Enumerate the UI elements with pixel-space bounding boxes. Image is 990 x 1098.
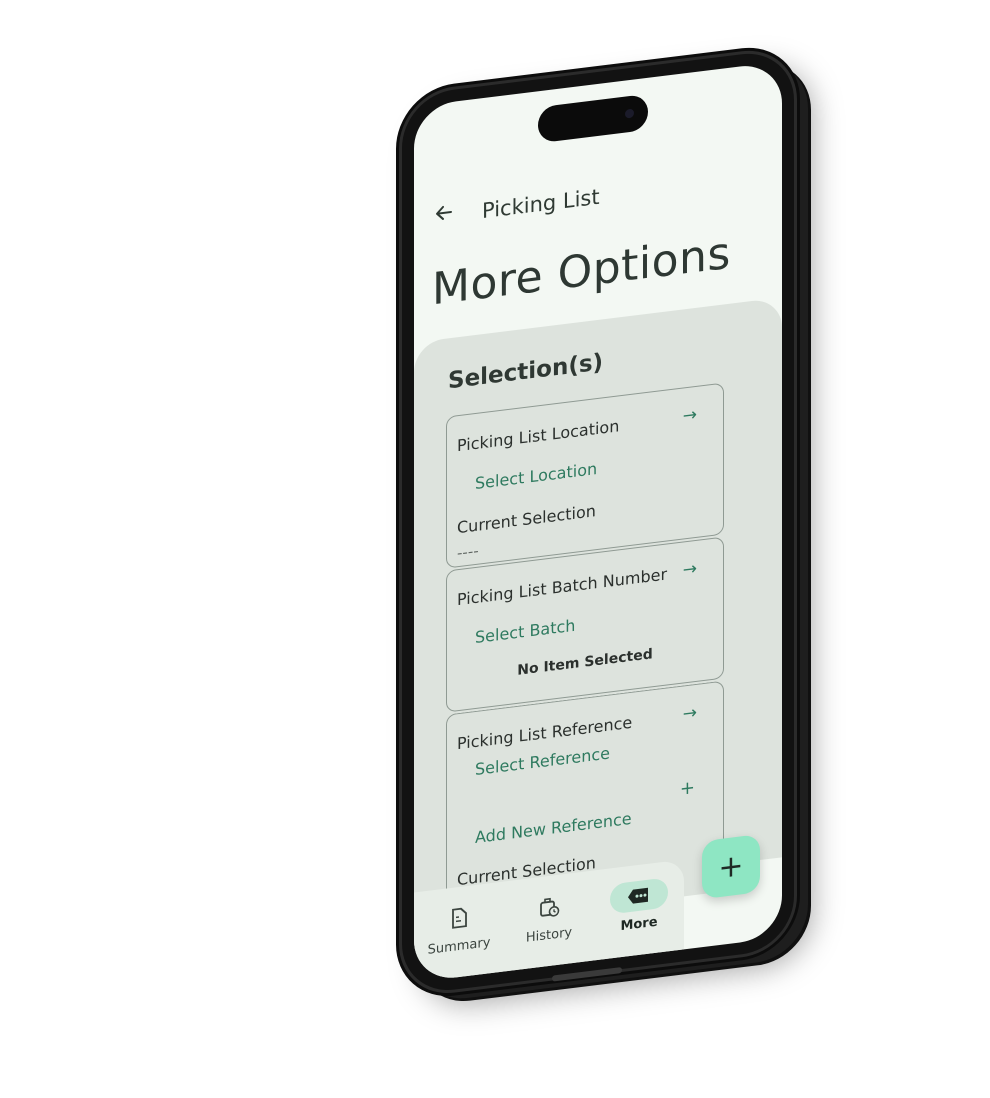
add-fab-button[interactable]: + [702, 834, 760, 900]
add-reference-link[interactable]: Add New Reference [475, 809, 632, 847]
nav-label: History [525, 925, 573, 946]
page-title: More Options [432, 227, 731, 316]
plus-icon: + [718, 847, 744, 886]
arrow-right-icon[interactable]: → [683, 559, 697, 581]
nav-item-history[interactable]: History [509, 887, 589, 948]
phone-mockup: Picking List More Options Selection(s) P… [0, 0, 990, 1098]
location-label: Picking List Location [457, 416, 620, 456]
more-tag-icon [610, 877, 668, 915]
top-bar: Picking List [434, 184, 600, 229]
camera-icon [625, 108, 634, 119]
select-reference-link[interactable]: Select Reference [475, 743, 610, 779]
plus-icon[interactable]: + [680, 777, 695, 800]
dynamic-island [538, 93, 648, 144]
clock-icon [520, 888, 578, 925]
nav-label: More [620, 914, 658, 935]
power-button [800, 329, 808, 449]
select-location-link[interactable]: Select Location [475, 459, 597, 493]
document-icon [430, 899, 488, 936]
arrow-left-icon[interactable] [434, 201, 456, 229]
arrow-right-icon[interactable]: → [683, 405, 697, 427]
section-title: Selection(s) [448, 349, 604, 395]
current-selection-value: ---- [457, 541, 479, 563]
arrow-right-icon[interactable]: → [683, 703, 697, 725]
nav-label: Summary [427, 935, 491, 958]
volume-button [798, 581, 806, 723]
nav-item-summary[interactable]: Summary [419, 898, 499, 959]
batch-label: Picking List Batch Number [457, 564, 668, 610]
app-bar-title: Picking List [482, 184, 600, 223]
select-batch-link[interactable]: Select Batch [475, 616, 575, 647]
nav-item-more[interactable]: More [599, 876, 679, 937]
current-selection-label: Current Selection [457, 501, 596, 538]
stage: Picking List More Options Selection(s) P… [0, 0, 990, 1098]
charging-port [552, 966, 622, 982]
app-screen: Picking List More Options Selection(s) P… [414, 61, 782, 983]
options-sheet: Selection(s) Picking List Location → Sel… [414, 297, 782, 926]
phone-body: Picking List More Options Selection(s) P… [402, 47, 794, 996]
